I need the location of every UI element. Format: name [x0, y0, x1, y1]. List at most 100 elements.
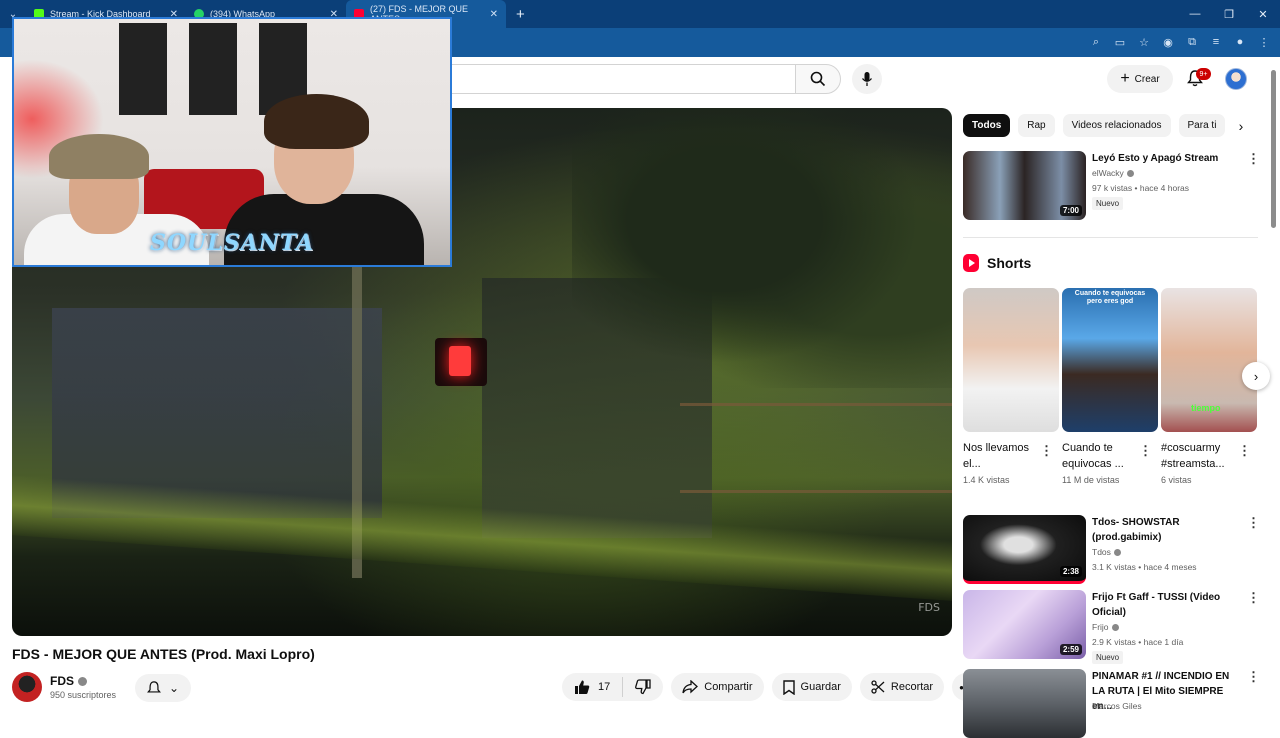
video-title: FDS - MEJOR QUE ANTES (Prod. Maxi Lopro) [12, 646, 315, 662]
save-label: Guardar [800, 681, 841, 693]
new-tab-button[interactable]: + [516, 6, 525, 23]
recommendation-channel[interactable]: Tdos [1092, 547, 1121, 557]
recommendation-channel[interactable]: elWacky [1092, 168, 1134, 178]
shorts-title: Shorts [987, 255, 1032, 271]
recommendation-meta: 97 k vistas • hace 4 horas [1092, 183, 1189, 193]
channel-name-text: FDS [50, 674, 74, 688]
minimize-button[interactable]: — [1178, 0, 1212, 28]
channel-avatar[interactable] [12, 672, 42, 702]
recommendation-thumbnail[interactable] [963, 669, 1086, 738]
share-label: Compartir [704, 681, 753, 693]
extension-icon[interactable]: ◉ [1160, 33, 1176, 51]
video-scene-trees [572, 108, 952, 388]
chip-related[interactable]: Videos relacionados [1062, 114, 1171, 137]
page-scrollbar[interactable] [1271, 70, 1276, 228]
like-dislike-group: 17 [562, 673, 664, 701]
tab-close-icon[interactable]: ✕ [490, 9, 498, 20]
video-scene-traffic-light [435, 338, 487, 386]
recommendation-title[interactable]: Tdos- SHOWSTAR (prod.gabimix) [1092, 515, 1242, 545]
chevron-right-icon: › [1238, 117, 1244, 134]
dislike-button[interactable] [623, 677, 663, 697]
short-title[interactable]: Nos llevamos el... [963, 440, 1043, 472]
cast-icon[interactable]: ▭ [1112, 33, 1128, 51]
short-title[interactable]: #coscuarmy #streamsta... [1161, 440, 1241, 472]
channel-name-text: Marcos Giles [1092, 701, 1142, 711]
new-badge: Nuevo [1092, 197, 1124, 210]
search-button[interactable] [795, 64, 841, 94]
zoom-icon[interactable]: ⌕ [1088, 33, 1104, 51]
recommendation-thumbnail[interactable]: 2:38 [963, 515, 1086, 584]
chip-rap[interactable]: Rap [1018, 114, 1055, 137]
clip-button[interactable]: Recortar [859, 673, 945, 701]
recommendation-title[interactable]: Frijo Ft Gaff - TUSSI (Video Oficial) [1092, 590, 1242, 620]
chip-for-you[interactable]: Para ti [1178, 114, 1226, 137]
create-button[interactable]: + Crear [1107, 65, 1173, 93]
recommendation-meta: 3.1 K vistas • hace 4 meses [1092, 562, 1197, 572]
short-views: 11 M de vistas [1062, 475, 1120, 485]
recommendation-item[interactable]: PINAMAR #1 // INCENDIO EN LA RUTA | El M… [963, 669, 1263, 738]
duration-badge: 7:00 [1059, 205, 1082, 216]
window-controls: — ❐ ✕ [1178, 0, 1280, 28]
recommendation-channel[interactable]: Marcos Giles [1092, 701, 1142, 711]
shorts-next-button[interactable]: › [1242, 362, 1270, 390]
subscriber-count: 950 suscriptores [50, 690, 117, 700]
media-icon[interactable]: ≡ [1208, 33, 1224, 51]
restore-button[interactable]: ❐ [1212, 0, 1246, 28]
kebab-menu-icon[interactable]: ⋮ [1238, 443, 1251, 459]
new-badge: Nuevo [1092, 651, 1124, 664]
video-actions: 17 Compartir Guardar Recortar ••• [562, 673, 981, 701]
profile-icon[interactable]: ● [1232, 33, 1248, 51]
short-thumbnail[interactable]: Cuando te equivocas pero eres god [1062, 288, 1158, 432]
recommendation-channel[interactable]: Frijo [1092, 622, 1119, 632]
channel-name-text: Frijo [1092, 622, 1109, 632]
kebab-menu-icon[interactable]: ⋮ [1247, 151, 1260, 167]
like-button[interactable]: 17 [562, 677, 624, 697]
recommendation-thumbnail[interactable]: 7:00 [963, 151, 1086, 220]
share-button[interactable]: Compartir [671, 673, 764, 701]
puzzle-icon[interactable]: ⧉ [1184, 33, 1200, 51]
kebab-menu-icon[interactable]: ⋮ [1247, 590, 1260, 606]
chevron-right-icon: › [1253, 368, 1259, 384]
recommendation-title[interactable]: Leyó Esto y Apagó Stream [1092, 151, 1242, 166]
recommendation-item[interactable]: 2:38 Tdos- SHOWSTAR (prod.gabimix) Tdos … [963, 515, 1263, 585]
recommendation-item[interactable]: 7:00 Leyó Esto y Apagó Stream elWacky 97… [963, 151, 1263, 221]
short-views: 6 vistas [1161, 475, 1192, 485]
kebab-menu-icon[interactable]: ⋮ [1139, 443, 1152, 459]
chip-todos[interactable]: Todos [963, 114, 1011, 137]
close-window-button[interactable]: ✕ [1246, 0, 1280, 28]
video-watermark: FDS [918, 601, 940, 614]
short-overlay-text: Cuando te equivocas pero eres god [1074, 290, 1146, 305]
search-icon [810, 71, 826, 87]
create-label: Crear [1134, 73, 1160, 85]
short-overlay-text: tiempo [1191, 403, 1221, 413]
like-count: 17 [598, 681, 611, 693]
bell-icon [147, 681, 161, 693]
kebab-menu-icon[interactable]: ⋮ [1040, 443, 1053, 459]
recommendation-item[interactable]: 2:59 Frijo Ft Gaff - TUSSI (Video Oficia… [963, 590, 1263, 664]
account-avatar[interactable] [1225, 68, 1247, 90]
chips-next-button[interactable]: › [1230, 114, 1252, 137]
verified-icon [1113, 548, 1121, 556]
search-input[interactable] [448, 64, 796, 94]
acoustic-panel [119, 23, 167, 115]
recommendation-thumbnail[interactable]: 2:59 [963, 590, 1086, 659]
short-thumbnail[interactable]: tiempo [1161, 288, 1257, 432]
short-title[interactable]: Cuando te equivocas ... [1062, 440, 1142, 472]
thumbs-up-icon [575, 680, 590, 694]
subscription-bell-button[interactable]: ⌄ [135, 674, 191, 702]
duration-badge: 2:38 [1059, 566, 1082, 577]
short-item[interactable]: tiempo #coscuarmy #streamsta... 6 vistas… [1161, 288, 1257, 485]
scissors-icon [871, 680, 885, 694]
short-views: 1.4 K vistas [963, 475, 1010, 485]
kebab-menu-icon[interactable]: ⋮ [1247, 669, 1260, 685]
short-item[interactable]: Nos llevamos el... 1.4 K vistas ⋮ [963, 288, 1059, 485]
voice-search-button[interactable] [852, 64, 882, 94]
bookmark-star-icon[interactable]: ☆ [1136, 33, 1152, 51]
short-thumbnail[interactable] [963, 288, 1059, 432]
save-button[interactable]: Guardar [771, 673, 852, 701]
browser-menu-icon[interactable]: ⋮ [1256, 33, 1272, 51]
kebab-menu-icon[interactable]: ⋮ [1247, 515, 1260, 531]
clip-label: Recortar [890, 681, 934, 693]
channel-name[interactable]: FDS [50, 674, 87, 688]
short-item[interactable]: Cuando te equivocas pero eres god Cuando… [1062, 288, 1158, 485]
